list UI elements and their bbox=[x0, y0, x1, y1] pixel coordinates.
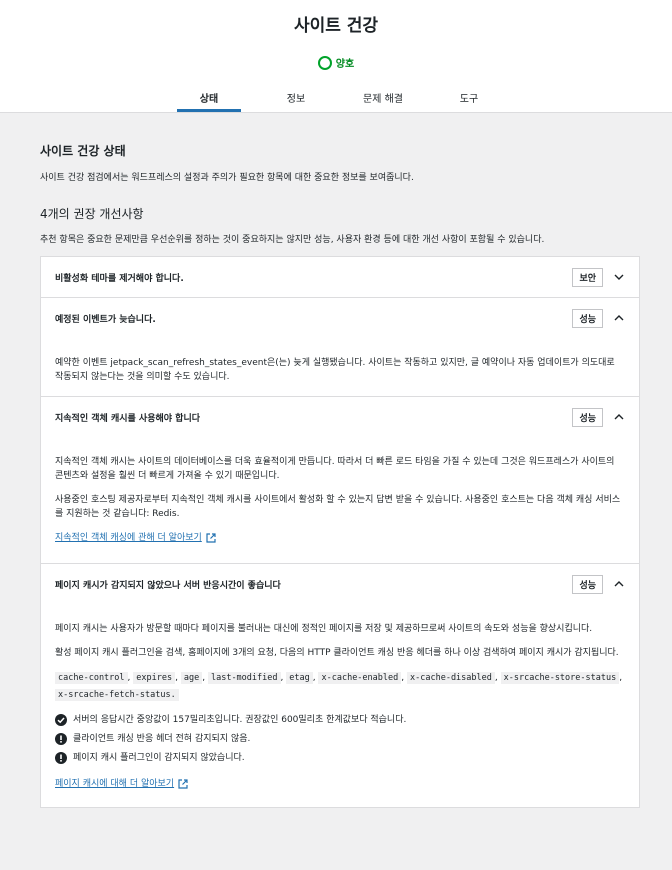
security-badge: 보안 bbox=[572, 267, 603, 287]
item-title: 지속적인 객체 캐시를 사용해야 합니다 bbox=[55, 413, 201, 424]
accordion-body: 예약한 이벤트 jetpack_scan_refresh_states_even… bbox=[41, 338, 639, 396]
external-link-icon bbox=[206, 533, 216, 543]
tab-troubleshoot[interactable]: 문제 해결 bbox=[350, 84, 416, 112]
item-description: 페이지 캐시는 사용자가 방문할 때마다 페이지를 불러내는 대신에 정적인 페… bbox=[55, 624, 593, 634]
separator: , bbox=[312, 673, 316, 683]
health-status: 양호 bbox=[0, 55, 672, 70]
chevron-down-icon[interactable] bbox=[613, 271, 625, 283]
check-result-row: 클라이언트 캐싱 반응 헤더 전혀 감지되지 않음. bbox=[55, 729, 625, 748]
recommend-title: 4개의 권장 개선사항 bbox=[40, 207, 144, 221]
cache-header-code: etag bbox=[286, 672, 313, 684]
cache-header-code: age bbox=[180, 672, 203, 684]
performance-badge: 성능 bbox=[572, 574, 603, 594]
accordion-header[interactable]: 예정된 이벤트가 늦습니다. 성능 bbox=[41, 298, 639, 338]
check-result-row: 서버의 응답시간 중앙값이 157밀리초입니다. 권장값인 600밀리초 한계값… bbox=[55, 710, 625, 729]
recommendation-accordion: 비활성화 테마를 제거해야 합니다. 보안 예정된 이벤트가 늦습니다. 성능 … bbox=[40, 256, 640, 808]
warning-icon bbox=[55, 751, 67, 764]
cache-header-code: x-cache-disabled bbox=[407, 672, 495, 684]
page-header: 사이트 건강 양호 상태 정보 문제 해결 도구 bbox=[0, 0, 672, 113]
accordion-body: 페이지 캐시는 사용자가 방문할 때마다 페이지를 불러내는 대신에 정적인 페… bbox=[41, 604, 639, 807]
item-description: 지속적인 객체 캐시는 사이트의 데이터베이스를 더욱 효율적이게 만듭니다. … bbox=[55, 457, 615, 481]
item-description: 예약한 이벤트 jetpack_scan_refresh_states_even… bbox=[55, 358, 615, 382]
separator: , bbox=[280, 673, 284, 683]
separator: , bbox=[401, 673, 405, 683]
page-title: 사이트 건강 bbox=[293, 16, 379, 36]
check-circle-icon bbox=[55, 713, 67, 726]
cache-header-code: x-srcache-store-status bbox=[500, 672, 620, 684]
cache-header-code: x-cache-enabled bbox=[318, 672, 402, 684]
warning-icon bbox=[55, 732, 67, 745]
separator: , bbox=[494, 673, 498, 683]
tab-status[interactable]: 상태 bbox=[177, 84, 241, 112]
accordion-header[interactable]: 지속적인 객체 캐시를 사용해야 합니다 성능 bbox=[41, 397, 639, 437]
cache-header-list: cache-control, expires, age, last-modifi… bbox=[55, 670, 625, 704]
tab-tools[interactable]: 도구 bbox=[437, 84, 501, 112]
separator: , bbox=[619, 673, 623, 683]
cache-header-code: last-modified bbox=[207, 672, 281, 684]
performance-badge: 성능 bbox=[572, 308, 603, 328]
accordion-header[interactable]: 페이지 캐시가 감지되지 않았으나 서버 반응시간이 좋습니다 성능 bbox=[41, 564, 639, 604]
accordion-body: 지속적인 객체 캐시는 사이트의 데이터베이스를 더욱 효율적이게 만듭니다. … bbox=[41, 437, 639, 563]
chevron-up-icon[interactable] bbox=[613, 411, 625, 423]
tab-bar: 상태 정보 문제 해결 도구 bbox=[0, 84, 672, 112]
page-cache-learn-more-link[interactable]: 페이지 캐시에 대해 더 알아보기 bbox=[55, 777, 188, 791]
check-results: 서버의 응답시간 중앙값이 157밀리초입니다. 권장값인 600밀리초 한계값… bbox=[55, 710, 625, 767]
object-cache-learn-more-link[interactable]: 지속적인 객체 캐싱에 관해 더 알아보기 bbox=[55, 531, 216, 545]
accordion-item-inactive-theme: 비활성화 테마를 제거해야 합니다. 보안 bbox=[41, 257, 639, 298]
performance-badge: 성능 bbox=[572, 407, 603, 427]
accordion-item-page-cache: 페이지 캐시가 감지되지 않았으나 서버 반응시간이 좋습니다 성능 페이지 캐… bbox=[41, 564, 639, 807]
accordion-item-scheduled-event: 예정된 이벤트가 늦습니다. 성능 예약한 이벤트 jetpack_scan_r… bbox=[41, 298, 639, 397]
cache-header-code: cache-control bbox=[55, 672, 128, 684]
chevron-up-icon[interactable] bbox=[613, 578, 625, 590]
item-title: 페이지 캐시가 감지되지 않았으나 서버 반응시간이 좋습니다 bbox=[55, 580, 281, 591]
section-description: 사이트 건강 점검에서는 워드프레스의 설정과 주의가 필요한 항목에 대한 중… bbox=[40, 173, 414, 183]
tab-info[interactable]: 정보 bbox=[264, 84, 328, 112]
separator: , bbox=[127, 673, 131, 683]
separator: , bbox=[202, 673, 206, 683]
item-title: 예정된 이벤트가 늦습니다. bbox=[55, 314, 156, 325]
main-content: 사이트 건강 상태 사이트 건강 점검에서는 워드프레스의 설정과 주의가 필요… bbox=[40, 114, 640, 808]
item-description: 활성 페이지 캐시 플러그인을 검색, 홈페이지에 3개의 요청, 다음의 HT… bbox=[55, 648, 619, 658]
check-result-row: 페이지 캐시 플러그인이 감지되지 않았습니다. bbox=[55, 748, 625, 767]
item-description: 사용중인 호스팅 제공자로부터 지속적인 객체 캐시를 사이트에서 활성화 할 … bbox=[55, 495, 621, 519]
separator: , bbox=[175, 673, 178, 683]
item-title: 비활성화 테마를 제거해야 합니다. bbox=[55, 273, 184, 284]
accordion-header[interactable]: 비활성화 테마를 제거해야 합니다. 보안 bbox=[41, 257, 639, 297]
section-title: 사이트 건강 상태 bbox=[40, 144, 126, 158]
cache-header-code: x-srcache-fetch-status. bbox=[55, 689, 179, 701]
accordion-item-object-cache: 지속적인 객체 캐시를 사용해야 합니다 성능 지속적인 객체 캐시는 사이트의… bbox=[41, 397, 639, 564]
external-link-icon bbox=[178, 779, 188, 789]
chevron-up-icon[interactable] bbox=[613, 312, 625, 324]
recommend-description: 추천 항목은 중요한 문제만큼 우선순위를 정하는 것이 중요하지는 않지만 성… bbox=[40, 235, 545, 245]
cache-header-code: expires bbox=[133, 672, 176, 684]
status-label: 양호 bbox=[335, 59, 355, 70]
status-circle-icon bbox=[317, 55, 332, 70]
